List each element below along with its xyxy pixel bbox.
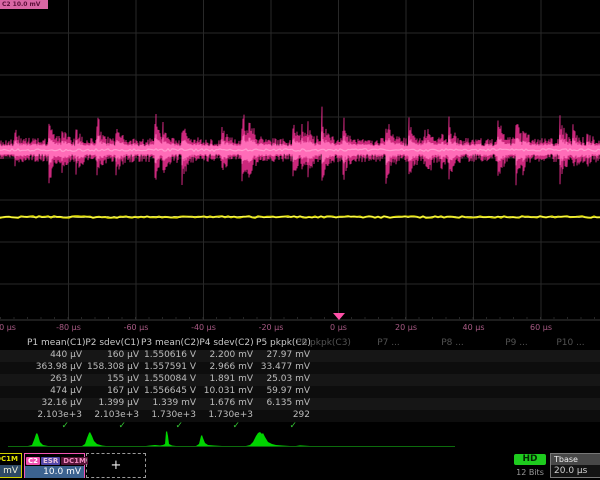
measure-value-P5: 59.97 mV	[255, 386, 310, 396]
time-axis-label: -80 µs	[56, 323, 81, 332]
measure-value-P2: 160 µV	[84, 350, 139, 360]
measure-table: P1 mean(C1)P2 sdev(C1)P3 mean(C2)P4 sdev…	[0, 338, 600, 430]
measure-value-P4: 1.730e+3	[198, 410, 253, 420]
measure-row: 263 µV155 µV1.550084 V1.891 mV25.03 mV	[0, 374, 600, 386]
trigger-position-marker[interactable]	[333, 313, 345, 320]
measure-value-P3: 1.556645 V	[141, 386, 196, 396]
hd-bits-label: 12 Bits	[514, 468, 546, 477]
bottom-bar: DC1M 0 mV C2 ESR DC1M 10.0 mV + HD 12 Bi…	[0, 452, 600, 480]
time-axis-label: 60 µs	[530, 323, 552, 332]
measure-table-header: P1 mean(C1)P2 sdev(C1)P3 mean(C2)P4 sdev…	[0, 338, 600, 350]
time-axis-label: -100 µs	[0, 323, 16, 332]
P1-histicon	[28, 433, 48, 446]
measure-value-P4: 1.676 mV	[198, 398, 253, 408]
P3-histicon	[146, 431, 176, 446]
c2-coupling-badge: DC1M	[61, 457, 88, 465]
c2-channel-badge: C2	[26, 457, 40, 465]
measure-value-P5: 6.135 mV	[255, 398, 310, 408]
measure-value-P5: 33.477 mV	[255, 362, 310, 372]
measure-value-P3: 1.557591 V	[141, 362, 196, 372]
P4-histicon	[196, 435, 222, 446]
graticule	[0, 0, 600, 336]
time-axis-label: 40 µs	[463, 323, 485, 332]
c2-esr-badge: ESR	[41, 457, 60, 465]
measure-value-P4: 10.031 mV	[198, 386, 253, 396]
measure-value-P2: 155 µV	[84, 374, 139, 384]
measure-value-P1: 440 µV	[27, 350, 82, 360]
time-axis-label: -20 µs	[259, 323, 284, 332]
timebase-label: Tbase	[551, 454, 600, 465]
param-header-P2[interactable]: P2 sdev(C1)	[84, 338, 141, 348]
measure-value-P2: 2.103e+3	[84, 410, 139, 420]
histicon-row	[0, 430, 600, 450]
hd-mode-indicator[interactable]: HD 12 Bits	[514, 454, 546, 477]
measure-value-P5: 25.03 mV	[255, 374, 310, 384]
c1-scale-value: 0 mV	[0, 465, 21, 477]
measure-value-P1: 474 µV	[27, 386, 82, 396]
param-header-P4[interactable]: P4 sdev(C2)	[198, 338, 255, 348]
param-header-P3[interactable]: P3 mean(C2)	[141, 338, 198, 348]
oscilloscope-screen: C2 10.0 mV -100 µs -80 µs -60 µs -40 µs -20 …	[0, 0, 600, 480]
measure-value-P5: 27.97 mV	[255, 350, 310, 360]
measure-value-P5: 292	[255, 410, 310, 420]
timebase-descriptor-box[interactable]: Tbase 20.0 µs	[550, 453, 600, 478]
measure-value-P1: 263 µV	[27, 374, 82, 384]
P2-histicon	[82, 432, 106, 446]
param-header-P8[interactable]: P8 ...	[424, 338, 481, 348]
time-axis-labels: -100 µs -80 µs -60 µs -40 µs -20 µs 0 µs 20 µs…	[0, 321, 600, 335]
measure-value-P3: 1.730e+3	[141, 410, 196, 420]
timebase-value: 20.0 µs	[551, 465, 600, 477]
measure-row: 474 µV167 µV1.556645 V10.031 mV59.97 mV	[0, 386, 600, 398]
param-header-P1[interactable]: P1 mean(C1)	[27, 338, 84, 348]
time-axis-label: 0 µs	[330, 323, 347, 332]
P5-histicon-tail	[296, 445, 310, 446]
c2-descriptor-box[interactable]: C2 ESR DC1M 10.0 mV	[24, 453, 85, 478]
c2-scale-value: 10.0 mV	[25, 466, 84, 478]
hd-badge: HD	[514, 454, 546, 465]
time-axis-label: -40 µs	[191, 323, 216, 332]
c1-coupling-label: DC1M	[0, 454, 21, 465]
measure-value-P3: 1.550616 V	[141, 350, 196, 360]
time-axis-label: -60 µs	[124, 323, 149, 332]
measure-value-P1: 2.103e+3	[27, 410, 82, 420]
measure-value-P4: 1.891 mV	[198, 374, 253, 384]
channel-annotation-badge: C2 10.0 mV	[0, 0, 48, 9]
param-header-P7[interactable]: P7 ...	[360, 338, 417, 348]
param-header-P6[interactable]: P6 pkpk(C3)	[295, 338, 352, 348]
param-header-P9[interactable]: P9 ...	[488, 338, 545, 348]
time-axis-label: 20 µs	[395, 323, 417, 332]
measure-row: 32.16 µV1.399 µV1.339 mV1.676 mV6.135 mV	[0, 398, 600, 410]
measure-value-P4: 2.200 mV	[198, 350, 253, 360]
measure-value-P3: 1.550084 V	[141, 374, 196, 384]
measure-value-P2: 1.399 µV	[84, 398, 139, 408]
measure-value-P1: 32.16 µV	[27, 398, 82, 408]
c1-descriptor-box[interactable]: DC1M 0 mV	[0, 453, 22, 478]
measure-value-P4: 2.966 mV	[198, 362, 253, 372]
measure-value-P2: 158.308 µV	[84, 362, 139, 372]
plus-icon: +	[111, 458, 122, 473]
measure-row: 440 µV160 µV1.550616 V2.200 mV27.97 mV	[0, 350, 600, 362]
add-trace-box[interactable]: +	[86, 453, 146, 478]
measure-row: 363.98 µV158.308 µV1.557591 V2.966 mV33.…	[0, 362, 600, 374]
P5-histicon	[246, 432, 290, 446]
measure-value-P3: 1.339 mV	[141, 398, 196, 408]
param-header-P11[interactable]: P1	[584, 338, 600, 348]
grid-lines	[0, 0, 600, 320]
measure-value-P2: 167 µV	[84, 386, 139, 396]
measure-value-P1: 363.98 µV	[27, 362, 82, 372]
